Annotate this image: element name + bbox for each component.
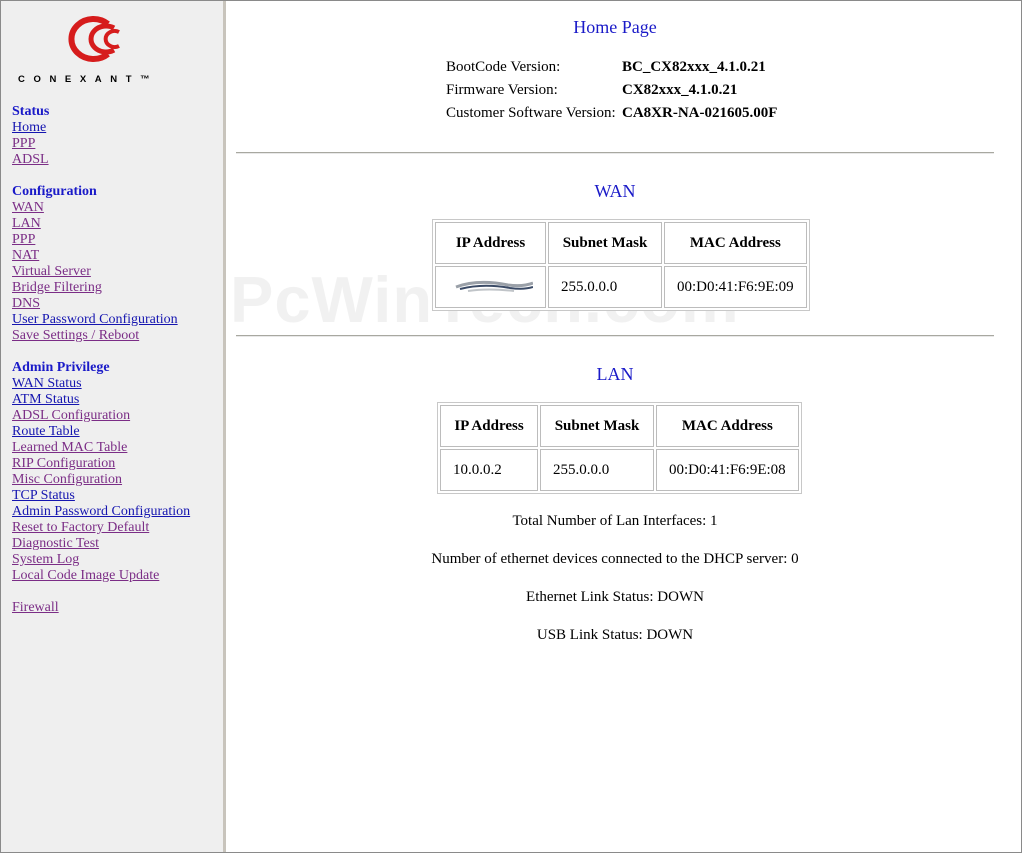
- wan-title: WAN: [594, 181, 636, 201]
- sidebar-link-wan-status[interactable]: WAN Status: [12, 376, 190, 392]
- lan-interface-count: Total Number of Lan Interfaces: 1: [512, 513, 718, 529]
- column-header: IP Address: [435, 222, 546, 264]
- divider: [236, 152, 994, 154]
- sidebar-link-dns[interactable]: DNS: [12, 296, 190, 312]
- version-value: BC_CX82xxx_4.1.0.21: [622, 59, 766, 75]
- sidebar-link-system-log[interactable]: System Log: [12, 552, 190, 568]
- sidebar-link-admin-password-configuration[interactable]: Admin Password Configuration: [12, 504, 190, 520]
- lan-table: IP Address Subnet Mask MAC Address 10.0.…: [437, 402, 802, 494]
- column-header: MAC Address: [664, 222, 807, 264]
- nav-section-heading: Admin Privilege: [12, 360, 110, 375]
- sidebar-link-adsl[interactable]: ADSL: [12, 152, 190, 168]
- lan-ip-cell: 10.0.0.2: [440, 449, 538, 491]
- sidebar-link-home[interactable]: Home: [12, 120, 190, 136]
- lan-title: LAN: [596, 364, 634, 384]
- main-content: PcWinTech.com Home Page BootCode Version…: [227, 0, 1020, 851]
- sidebar-link-bridge-filtering[interactable]: Bridge Filtering: [12, 280, 190, 296]
- sidebar-link-local-code-image-update[interactable]: Local Code Image Update: [12, 568, 190, 584]
- sidebar-nav: Status Home PPP ADSL Configuration WAN LAN PPP N…: [12, 104, 190, 616]
- version-value: CA8XR-NA-021605.00F: [622, 105, 778, 121]
- table-header-row: IP Address Subnet Mask MAC Address: [440, 405, 799, 447]
- sidebar-link-adsl-configuration[interactable]: ADSL Configuration: [12, 408, 190, 424]
- table-header-row: IP Address Subnet Mask MAC Address: [435, 222, 807, 264]
- logo-wordmark: CONEXANT™: [18, 74, 159, 85]
- conexant-swoosh-icon: [68, 16, 120, 62]
- column-header: Subnet Mask: [540, 405, 654, 447]
- sidebar-link-rip-configuration[interactable]: RIP Configuration: [12, 456, 190, 472]
- sidebar-link-firewall[interactable]: Firewall: [12, 600, 190, 616]
- sidebar-link-reset-to-factory-default[interactable]: Reset to Factory Default: [12, 520, 190, 536]
- wan-ip-cell: [435, 266, 546, 308]
- version-label: Firmware Version:: [446, 82, 558, 98]
- table-row: 10.0.0.2 255.0.0.0 00:D0:41:F6:9E:08: [440, 449, 799, 491]
- version-value: CX82xxx_4.1.0.21: [622, 82, 738, 98]
- sidebar-link-tcp-status[interactable]: TCP Status: [12, 488, 190, 504]
- version-label: BootCode Version:: [446, 59, 561, 75]
- divider: [236, 335, 994, 337]
- column-header: MAC Address: [656, 405, 799, 447]
- sidebar-link-virtual-server[interactable]: Virtual Server: [12, 264, 190, 280]
- wan-subnet-cell: 255.0.0.0: [548, 266, 662, 308]
- sidebar-link-wan[interactable]: WAN: [12, 200, 190, 216]
- lan-subnet-cell: 255.0.0.0: [540, 449, 654, 491]
- lan-mac-cell: 00:D0:41:F6:9E:08: [656, 449, 799, 491]
- wan-mac-cell: 00:D0:41:F6:9E:09: [664, 266, 807, 308]
- version-label: Customer Software Version:: [446, 105, 616, 121]
- conexant-logo: CONEXANT™: [18, 15, 183, 87]
- column-header: Subnet Mask: [548, 222, 662, 264]
- table-row: 255.0.0.0 00:D0:41:F6:9E:09: [435, 266, 807, 308]
- sidebar-link-save-settings-reboot[interactable]: Save Settings / Reboot: [12, 328, 190, 344]
- sidebar-link-atm-status[interactable]: ATM Status: [12, 392, 190, 408]
- sidebar-link-learned-mac-table[interactable]: Learned MAC Table: [12, 440, 190, 456]
- page-title: Home Page: [573, 17, 657, 37]
- sidebar-link-lan[interactable]: LAN: [12, 216, 190, 232]
- wan-table: IP Address Subnet Mask MAC Address 255.0…: [432, 219, 810, 311]
- nav-section-heading: Status: [12, 104, 50, 119]
- column-header: IP Address: [440, 405, 538, 447]
- sidebar-link-route-table[interactable]: Route Table: [12, 424, 190, 440]
- sidebar-link-nat[interactable]: NAT: [12, 248, 190, 264]
- sidebar: CONEXANT™ Status Home PPP ADSL Configuration…: [1, 1, 226, 852]
- ethernet-link-status: Ethernet Link Status: DOWN: [526, 589, 704, 605]
- sidebar-link-diagnostic-test[interactable]: Diagnostic Test: [12, 536, 190, 552]
- sidebar-link-ppp[interactable]: PPP: [12, 232, 190, 248]
- nav-section-heading: Configuration: [12, 184, 97, 199]
- sidebar-link-ppp[interactable]: PPP: [12, 136, 190, 152]
- sidebar-link-misc-configuration[interactable]: Misc Configuration: [12, 472, 190, 488]
- dhcp-device-count: Number of ethernet devices connected to …: [431, 551, 799, 567]
- redacted-ip-image: [455, 281, 533, 293]
- usb-link-status: USB Link Status: DOWN: [536, 627, 694, 643]
- sidebar-link-user-password-configuration[interactable]: User Password Configuration: [12, 312, 190, 328]
